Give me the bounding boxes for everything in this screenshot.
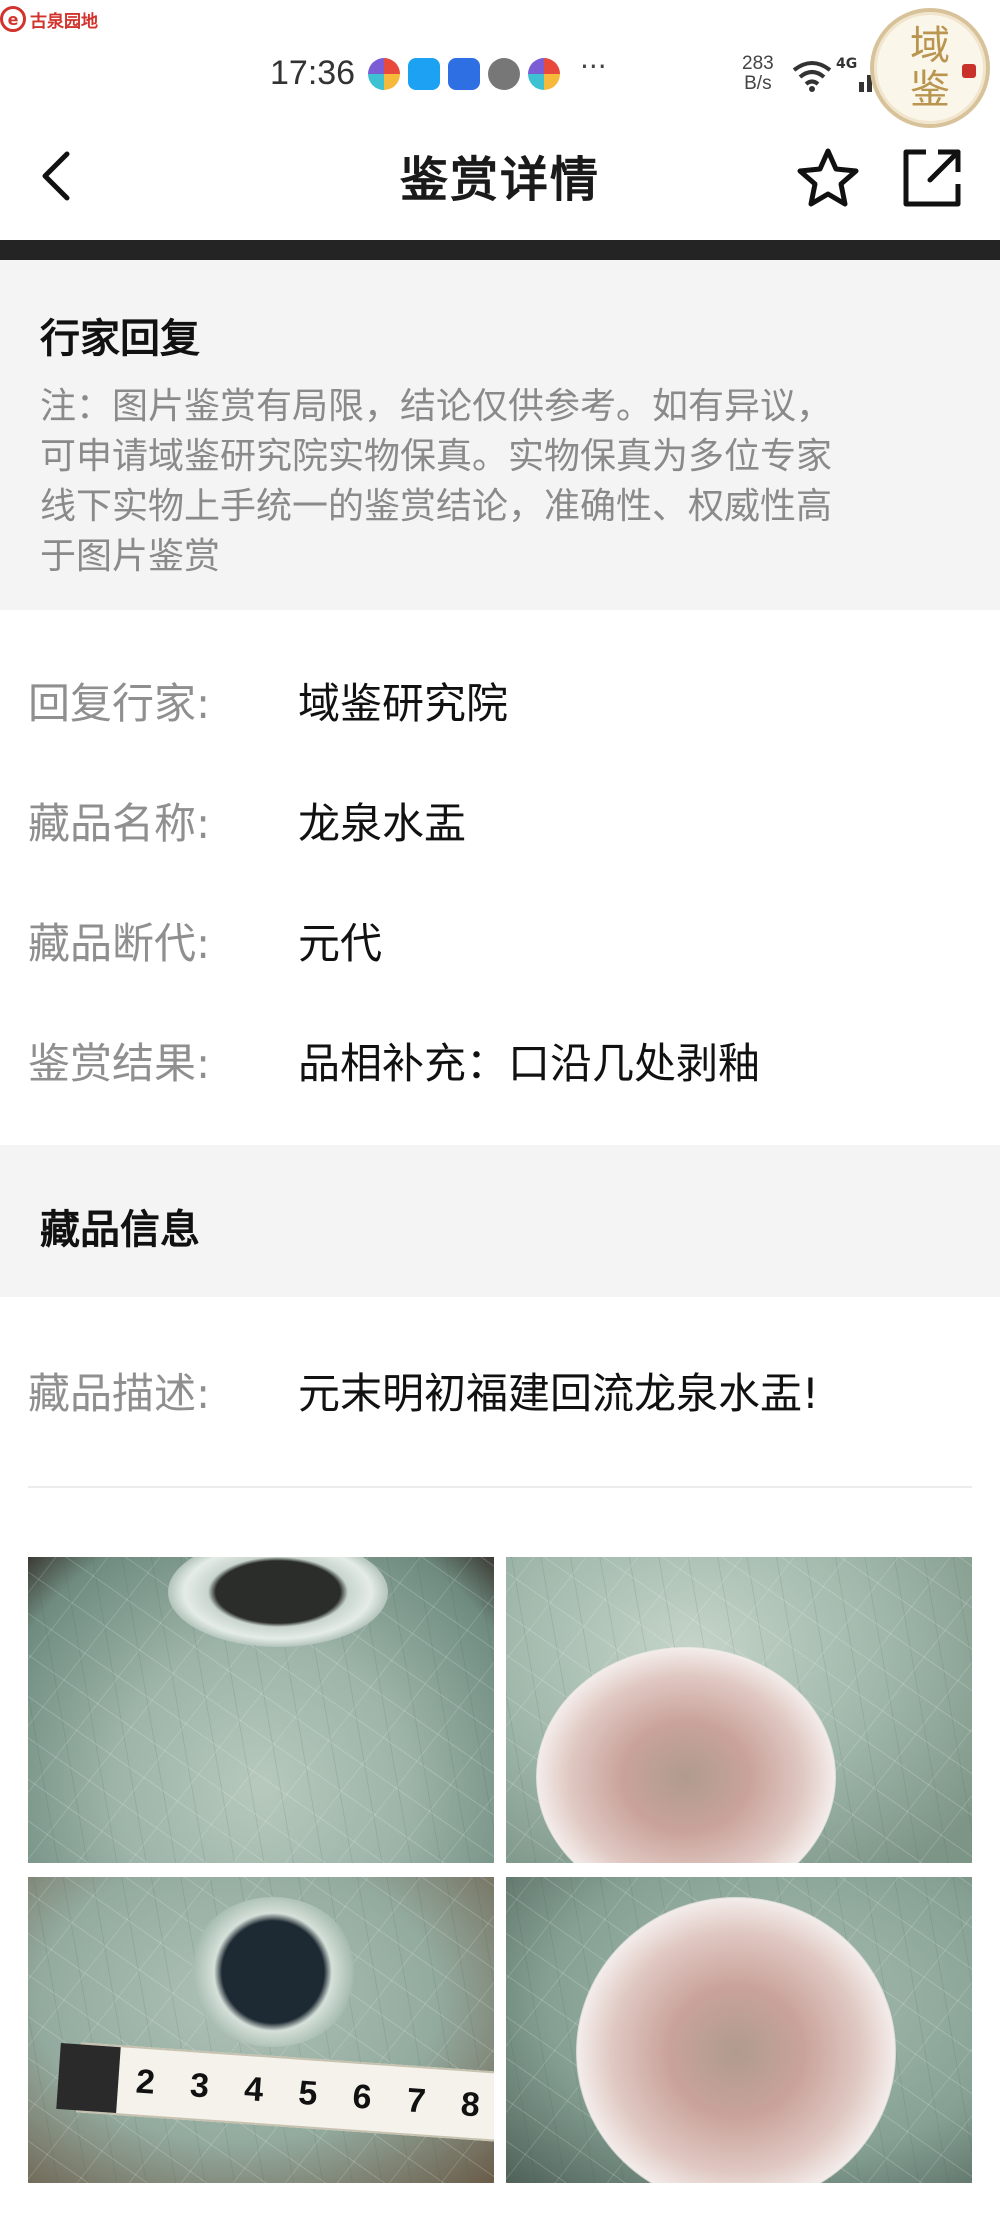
app-header: 鉴赏详情 <box>0 110 1000 240</box>
page-title: 鉴赏详情 <box>399 152 600 208</box>
bulb-app-icon <box>448 58 480 90</box>
back-arrow-icon <box>42 151 70 201</box>
field-value-expert[interactable]: 域鉴研究院 <box>298 670 508 731</box>
field-value-name: 龙泉水盂 <box>298 799 467 848</box>
description-row: 藏品描述: 元末明初福建回流龙泉水盂! <box>28 1360 819 1421</box>
tape-mark: 5 <box>297 2073 319 2113</box>
reply-note-line: 注：图片鉴赏有局限，结论仅供参考。如有异议， <box>40 386 833 427</box>
net-speed-value: 283 <box>742 53 774 74</box>
header-divider-bar <box>0 240 1000 260</box>
tape-mark: 4 <box>243 2069 265 2109</box>
divider <box>28 1486 972 1488</box>
reply-note: 注：图片鉴赏有局限，结论仅供参考。如有异议， 可申请域鉴研究院实物保真。实物保真… <box>40 382 960 582</box>
info-heading: 藏品信息 <box>40 1207 200 1253</box>
photo-jar-side[interactable] <box>28 1557 494 1863</box>
status-time: 17:36 <box>270 54 356 92</box>
seal-char-2: 鉴 <box>910 67 950 113</box>
tape-mark: 8 <box>459 2084 482 2124</box>
field-label: 藏品名称: <box>28 799 211 848</box>
search-app-icon <box>408 58 440 90</box>
field-row-dynasty: 藏品断代: 元代 <box>28 910 382 971</box>
collection-info-section: 藏品信息 <box>0 1145 1000 1297</box>
status-bar: 17:36 ··· 283 B/s 4G 78 <box>0 40 1000 110</box>
tape-mark: 6 <box>351 2077 373 2117</box>
desc-value: 元末明初福建回流龙泉水盂! <box>298 1369 819 1418</box>
field-row-result: 鉴赏结果: 品相补充：口沿几处剥釉 <box>28 1030 760 1091</box>
net-type: 4G <box>836 56 858 72</box>
seal-char-1: 域 <box>910 23 950 69</box>
star-icon[interactable] <box>796 146 860 210</box>
notification-icons <box>368 58 560 90</box>
field-label: 藏品断代: <box>28 919 211 968</box>
field-value-dynasty: 元代 <box>298 919 383 968</box>
field-label: 回复行家: <box>28 679 211 728</box>
reply-heading: 行家回复 <box>40 316 200 362</box>
field-row-name: 藏品名称: 龙泉水盂 <box>28 790 466 851</box>
watermark-logo: e 古泉园地 <box>0 4 98 34</box>
reply-note-line: 线下实物上手统一的鉴赏结论，准确性、权威性高 <box>40 486 833 527</box>
tape-mark: 7 <box>405 2080 428 2121</box>
net-speed-unit: B/s <box>744 73 772 94</box>
watermark-text: 古泉园地 <box>30 11 98 32</box>
desc-label: 藏品描述: <box>28 1369 211 1418</box>
share-icon[interactable] <box>900 146 964 210</box>
seal-dot <box>962 64 976 78</box>
net-speed: 283 B/s <box>742 54 774 94</box>
reply-note-line: 于图片鉴赏 <box>40 536 221 577</box>
back-button[interactable] <box>30 148 80 204</box>
e-logo-icon: e <box>0 6 26 32</box>
colorful-app-icon <box>368 58 400 90</box>
jar-mouth-top <box>188 1897 358 2047</box>
photo-jar-base[interactable] <box>506 1557 972 1863</box>
hexagon-app-icon <box>488 58 520 90</box>
colorful-app-icon <box>528 58 560 90</box>
tape-mark: 2 <box>134 2061 157 2102</box>
tape-end <box>56 2043 121 2114</box>
tape-mark: 3 <box>188 2065 211 2105</box>
field-value-result: 品相补充：口沿几处剥釉 <box>298 1039 761 1088</box>
photo-jar-base-closeup[interactable] <box>506 1877 972 2183</box>
field-label: 鉴赏结果: <box>28 1039 211 1088</box>
appraisal-fields: 回复行家: 域鉴研究院 藏品名称: 龙泉水盂 藏品断代: 元代 鉴赏结果: 品相… <box>0 610 1000 1145</box>
expert-reply-section: 行家回复 注：图片鉴赏有局限，结论仅供参考。如有异议， 可申请域鉴研究院实物保真… <box>0 260 1000 610</box>
reply-note-line: 可申请域鉴研究院实物保真。实物保真为多位专家 <box>40 436 833 477</box>
seal-watermark: 域 鉴 <box>870 8 990 128</box>
more-notifications: ··· <box>580 50 607 83</box>
field-row-expert: 回复行家: 域鉴研究院 <box>28 670 508 731</box>
wifi-icon <box>792 61 832 92</box>
photo-jar-top-measure[interactable]: 2 3 4 5 6 7 8 <box>28 1877 494 2183</box>
